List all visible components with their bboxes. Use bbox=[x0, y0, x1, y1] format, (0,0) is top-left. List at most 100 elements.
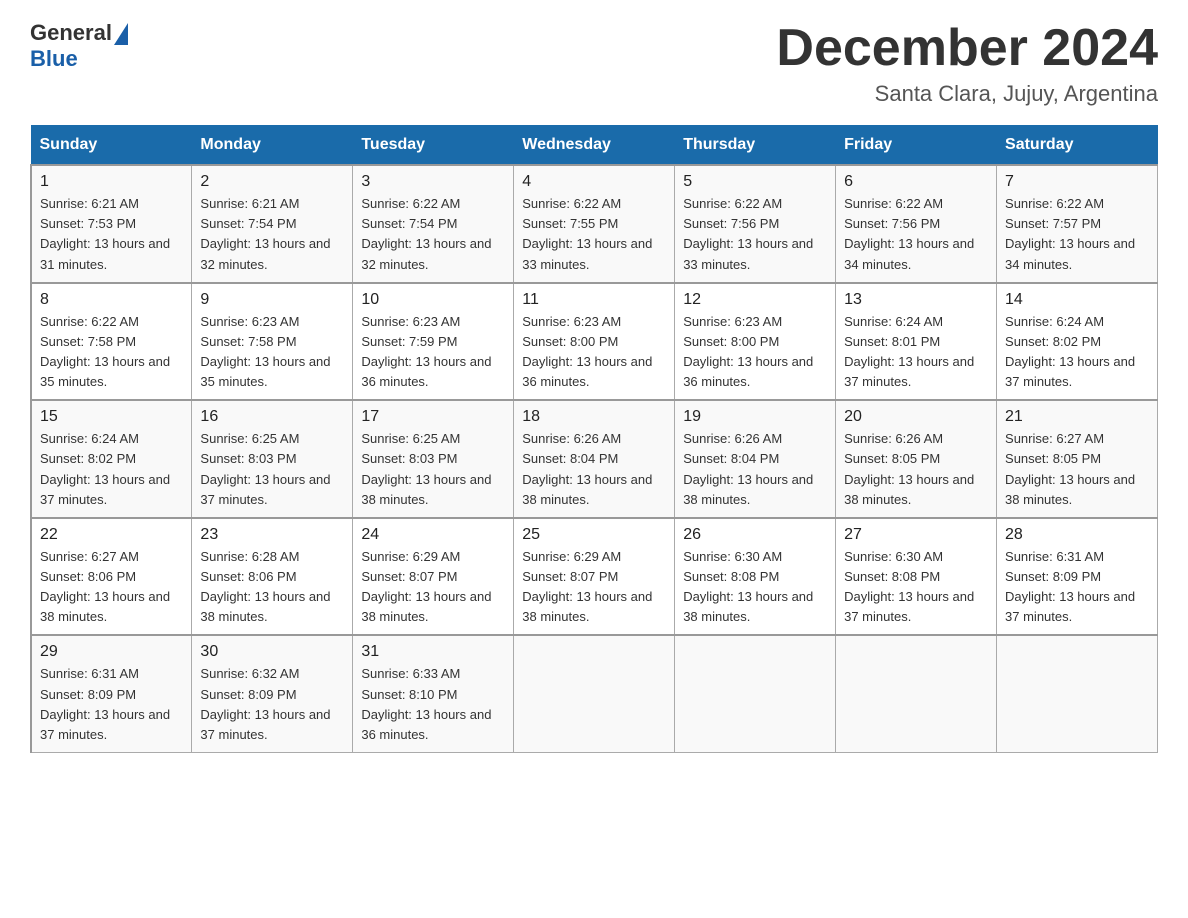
weekday-header-row: SundayMondayTuesdayWednesdayThursdayFrid… bbox=[31, 126, 1158, 166]
calendar-cell: 4 Sunrise: 6:22 AMSunset: 7:55 PMDaylight… bbox=[514, 165, 675, 283]
title-block: December 2024 Santa Clara, Jujuy, Argent… bbox=[776, 20, 1158, 107]
day-number: 22 bbox=[40, 526, 183, 544]
day-info: Sunrise: 6:27 AMSunset: 8:06 PMDaylight:… bbox=[40, 549, 170, 624]
calendar-cell: 6 Sunrise: 6:22 AMSunset: 7:56 PMDaylight… bbox=[836, 165, 997, 283]
calendar-week-3: 15 Sunrise: 6:24 AMSunset: 8:02 PMDayligh… bbox=[31, 400, 1158, 518]
day-info: Sunrise: 6:22 AMSunset: 7:56 PMDaylight:… bbox=[683, 196, 813, 271]
day-info: Sunrise: 6:29 AMSunset: 8:07 PMDaylight:… bbox=[361, 549, 491, 624]
calendar-cell: 15 Sunrise: 6:24 AMSunset: 8:02 PMDayligh… bbox=[31, 400, 192, 518]
day-number: 19 bbox=[683, 408, 827, 426]
day-number: 27 bbox=[844, 526, 988, 544]
day-number: 7 bbox=[1005, 173, 1149, 191]
day-info: Sunrise: 6:22 AMSunset: 7:56 PMDaylight:… bbox=[844, 196, 974, 271]
day-info: Sunrise: 6:26 AMSunset: 8:04 PMDaylight:… bbox=[683, 431, 813, 506]
logo: General Blue bbox=[30, 20, 130, 72]
calendar-cell: 26 Sunrise: 6:30 AMSunset: 8:08 PMDayligh… bbox=[675, 518, 836, 636]
day-info: Sunrise: 6:22 AMSunset: 7:57 PMDaylight:… bbox=[1005, 196, 1135, 271]
day-info: Sunrise: 6:27 AMSunset: 8:05 PMDaylight:… bbox=[1005, 431, 1135, 506]
day-number: 23 bbox=[200, 526, 344, 544]
calendar-cell: 27 Sunrise: 6:30 AMSunset: 8:08 PMDayligh… bbox=[836, 518, 997, 636]
weekday-header-tuesday: Tuesday bbox=[353, 126, 514, 166]
day-number: 13 bbox=[844, 291, 988, 309]
day-info: Sunrise: 6:25 AMSunset: 8:03 PMDaylight:… bbox=[361, 431, 491, 506]
calendar-cell: 31 Sunrise: 6:33 AMSunset: 8:10 PMDayligh… bbox=[353, 635, 514, 752]
calendar-cell: 25Sunrise: 6:29 AMSunset: 8:07 PMDayligh… bbox=[514, 518, 675, 636]
calendar-cell: 30 Sunrise: 6:32 AMSunset: 8:09 PMDayligh… bbox=[192, 635, 353, 752]
logo-blue-text: Blue bbox=[30, 46, 78, 72]
calendar-cell: 10 Sunrise: 6:23 AMSunset: 7:59 PMDayligh… bbox=[353, 283, 514, 401]
day-number: 25 bbox=[522, 526, 666, 544]
day-number: 24 bbox=[361, 526, 505, 544]
day-info: Sunrise: 6:31 AMSunset: 8:09 PMDaylight:… bbox=[40, 666, 170, 741]
day-number: 31 bbox=[361, 643, 505, 661]
weekday-header-sunday: Sunday bbox=[31, 126, 192, 166]
day-number: 12 bbox=[683, 291, 827, 309]
calendar-cell: 20 Sunrise: 6:26 AMSunset: 8:05 PMDayligh… bbox=[836, 400, 997, 518]
day-number: 10 bbox=[361, 291, 505, 309]
day-number: 28 bbox=[1005, 526, 1149, 544]
day-info: Sunrise: 6:23 AMSunset: 7:58 PMDaylight:… bbox=[200, 314, 330, 389]
day-info: Sunrise: 6:21 AMSunset: 7:53 PMDaylight:… bbox=[40, 196, 170, 271]
calendar-cell bbox=[514, 635, 675, 752]
calendar-cell: 8Sunrise: 6:22 AMSunset: 7:58 PMDaylight… bbox=[31, 283, 192, 401]
calendar-week-4: 22 Sunrise: 6:27 AMSunset: 8:06 PMDayligh… bbox=[31, 518, 1158, 636]
calendar-week-5: 29 Sunrise: 6:31 AMSunset: 8:09 PMDayligh… bbox=[31, 635, 1158, 752]
day-number: 6 bbox=[844, 173, 988, 191]
location: Santa Clara, Jujuy, Argentina bbox=[776, 81, 1158, 107]
calendar-cell: 18Sunrise: 6:26 AMSunset: 8:04 PMDayligh… bbox=[514, 400, 675, 518]
day-number: 4 bbox=[522, 173, 666, 191]
day-number: 8 bbox=[40, 291, 183, 309]
day-info: Sunrise: 6:26 AMSunset: 8:05 PMDaylight:… bbox=[844, 431, 974, 506]
day-info: Sunrise: 6:24 AMSunset: 8:01 PMDaylight:… bbox=[844, 314, 974, 389]
calendar-cell: 3Sunrise: 6:22 AMSunset: 7:54 PMDaylight… bbox=[353, 165, 514, 283]
weekday-header-thursday: Thursday bbox=[675, 126, 836, 166]
day-number: 20 bbox=[844, 408, 988, 426]
month-title: December 2024 bbox=[776, 20, 1158, 77]
day-info: Sunrise: 6:28 AMSunset: 8:06 PMDaylight:… bbox=[200, 549, 330, 624]
calendar-cell: 19 Sunrise: 6:26 AMSunset: 8:04 PMDayligh… bbox=[675, 400, 836, 518]
day-info: Sunrise: 6:32 AMSunset: 8:09 PMDaylight:… bbox=[200, 666, 330, 741]
calendar-week-1: 1 Sunrise: 6:21 AMSunset: 7:53 PMDaylight… bbox=[31, 165, 1158, 283]
day-info: Sunrise: 6:30 AMSunset: 8:08 PMDaylight:… bbox=[683, 549, 813, 624]
calendar-table: SundayMondayTuesdayWednesdayThursdayFrid… bbox=[30, 125, 1158, 753]
calendar-cell bbox=[836, 635, 997, 752]
calendar-cell: 12Sunrise: 6:23 AMSunset: 8:00 PMDayligh… bbox=[675, 283, 836, 401]
calendar-cell bbox=[997, 635, 1158, 752]
calendar-cell: 9Sunrise: 6:23 AMSunset: 7:58 PMDaylight… bbox=[192, 283, 353, 401]
calendar-cell: 13 Sunrise: 6:24 AMSunset: 8:01 PMDayligh… bbox=[836, 283, 997, 401]
calendar-cell: 23 Sunrise: 6:28 AMSunset: 8:06 PMDayligh… bbox=[192, 518, 353, 636]
weekday-header-saturday: Saturday bbox=[997, 126, 1158, 166]
weekday-header-friday: Friday bbox=[836, 126, 997, 166]
day-info: Sunrise: 6:22 AMSunset: 7:55 PMDaylight:… bbox=[522, 196, 652, 271]
day-info: Sunrise: 6:24 AMSunset: 8:02 PMDaylight:… bbox=[40, 431, 170, 506]
calendar-cell: 16Sunrise: 6:25 AMSunset: 8:03 PMDayligh… bbox=[192, 400, 353, 518]
day-info: Sunrise: 6:22 AMSunset: 7:54 PMDaylight:… bbox=[361, 196, 491, 271]
calendar-cell: 5Sunrise: 6:22 AMSunset: 7:56 PMDaylight… bbox=[675, 165, 836, 283]
calendar-cell: 7 Sunrise: 6:22 AMSunset: 7:57 PMDaylight… bbox=[997, 165, 1158, 283]
calendar-cell: 29 Sunrise: 6:31 AMSunset: 8:09 PMDayligh… bbox=[31, 635, 192, 752]
day-info: Sunrise: 6:31 AMSunset: 8:09 PMDaylight:… bbox=[1005, 549, 1135, 624]
day-info: Sunrise: 6:23 AMSunset: 7:59 PMDaylight:… bbox=[361, 314, 491, 389]
day-number: 26 bbox=[683, 526, 827, 544]
weekday-header-monday: Monday bbox=[192, 126, 353, 166]
day-number: 29 bbox=[40, 643, 183, 661]
day-info: Sunrise: 6:30 AMSunset: 8:08 PMDaylight:… bbox=[844, 549, 974, 624]
day-info: Sunrise: 6:24 AMSunset: 8:02 PMDaylight:… bbox=[1005, 314, 1135, 389]
day-number: 15 bbox=[40, 408, 183, 426]
calendar-cell: 2 Sunrise: 6:21 AMSunset: 7:54 PMDaylight… bbox=[192, 165, 353, 283]
logo-triangle-icon bbox=[114, 23, 128, 45]
calendar-cell: 24 Sunrise: 6:29 AMSunset: 8:07 PMDayligh… bbox=[353, 518, 514, 636]
calendar-cell bbox=[675, 635, 836, 752]
day-number: 30 bbox=[200, 643, 344, 661]
calendar-cell: 17 Sunrise: 6:25 AMSunset: 8:03 PMDayligh… bbox=[353, 400, 514, 518]
day-info: Sunrise: 6:26 AMSunset: 8:04 PMDaylight:… bbox=[522, 431, 652, 506]
day-info: Sunrise: 6:33 AMSunset: 8:10 PMDaylight:… bbox=[361, 666, 491, 741]
calendar-week-2: 8Sunrise: 6:22 AMSunset: 7:58 PMDaylight… bbox=[31, 283, 1158, 401]
calendar-cell: 22 Sunrise: 6:27 AMSunset: 8:06 PMDayligh… bbox=[31, 518, 192, 636]
day-info: Sunrise: 6:23 AMSunset: 8:00 PMDaylight:… bbox=[522, 314, 652, 389]
day-info: Sunrise: 6:21 AMSunset: 7:54 PMDaylight:… bbox=[200, 196, 330, 271]
day-number: 21 bbox=[1005, 408, 1149, 426]
day-number: 1 bbox=[40, 173, 183, 191]
day-number: 17 bbox=[361, 408, 505, 426]
day-number: 2 bbox=[200, 173, 344, 191]
